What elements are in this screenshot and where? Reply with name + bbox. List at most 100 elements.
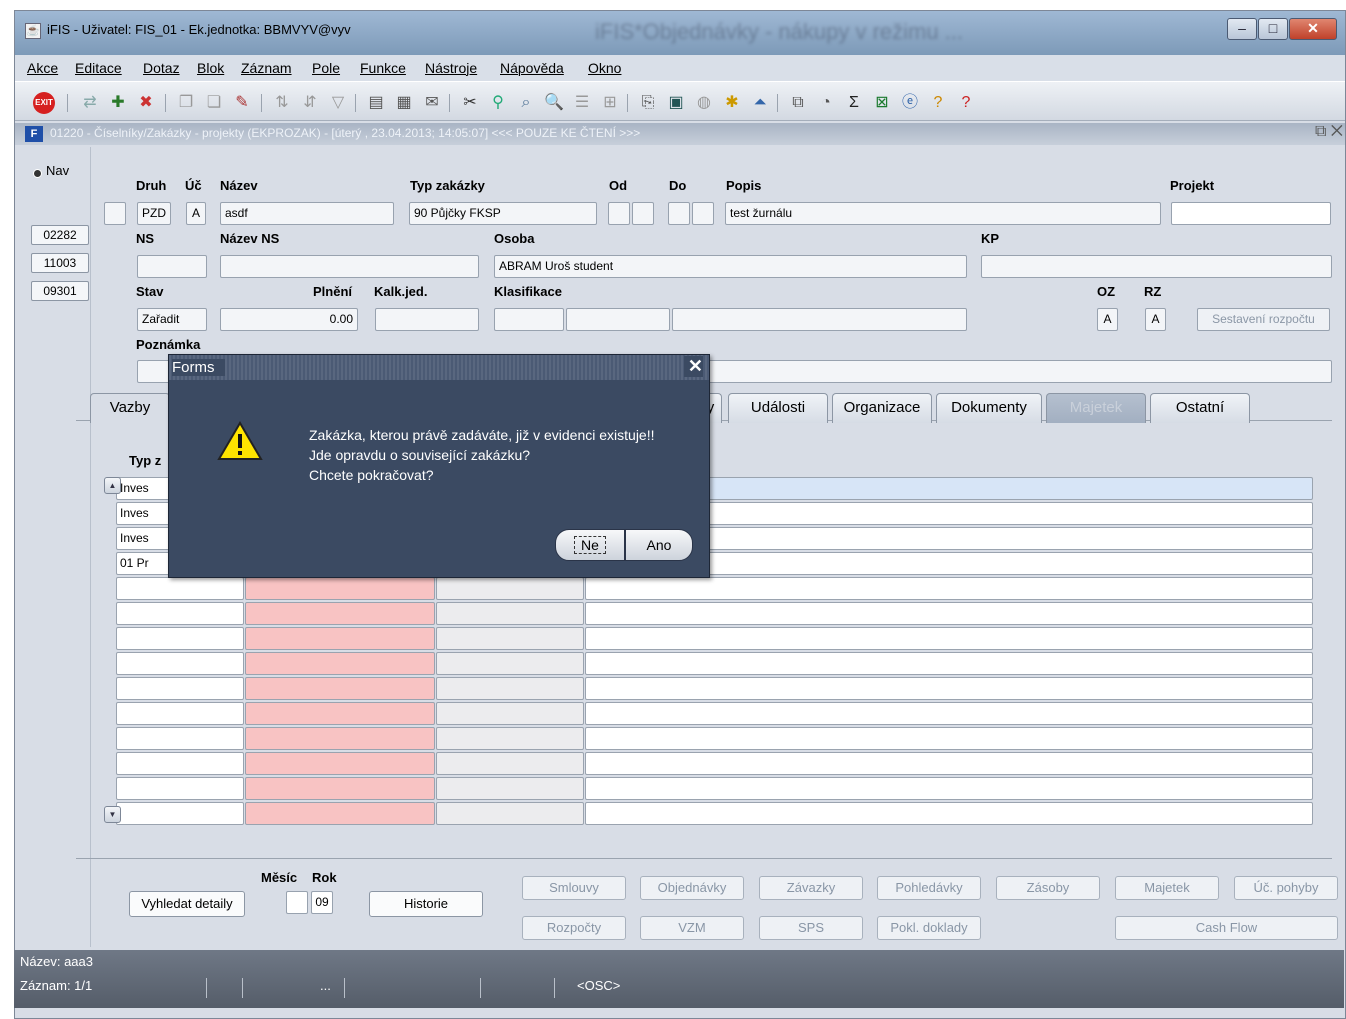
record-indicator[interactable] — [104, 202, 126, 225]
grid-cell-col1[interactable] — [116, 752, 244, 775]
do-field-1[interactable] — [668, 202, 690, 225]
kalk-jed-field[interactable] — [375, 308, 479, 331]
grid-cell-col1[interactable] — [116, 702, 244, 725]
maximize-button[interactable]: □ — [1258, 18, 1288, 40]
grid-cell-col3[interactable] — [436, 627, 584, 650]
sum-icon[interactable]: Σ — [843, 92, 865, 114]
menu-editace[interactable]: Editace — [75, 60, 122, 76]
plneni-field[interactable]: 0.00 — [220, 308, 358, 331]
od-field-2[interactable] — [632, 202, 654, 225]
grid-cell-col2[interactable] — [245, 777, 435, 800]
cut-icon[interactable]: ✂ — [459, 92, 481, 114]
filter-icon[interactable]: ▽ — [327, 92, 349, 114]
menu-okno[interactable]: Okno — [588, 60, 621, 76]
zasoby-button[interactable]: Zásoby — [996, 876, 1100, 900]
grid-cell-col4[interactable] — [585, 802, 1313, 825]
grid-cell-col2[interactable] — [245, 602, 435, 625]
menu-funkce[interactable]: Funkce — [360, 60, 406, 76]
nav-item-09301[interactable]: 09301 — [31, 281, 89, 301]
smlouvy-button[interactable]: Smlouvy — [522, 876, 626, 900]
search-icon[interactable]: 🔍 — [543, 92, 565, 114]
grid-cell-col4[interactable] — [585, 677, 1313, 700]
tab-organizace[interactable]: Organizace — [832, 393, 932, 423]
grid-cell-col2[interactable] — [245, 652, 435, 675]
menu-pole[interactable]: Pole — [312, 60, 340, 76]
grid-cell-col3[interactable] — [436, 802, 584, 825]
grid-cell-col4[interactable] — [585, 602, 1313, 625]
pohledavky-button[interactable]: Pohledávky — [877, 876, 981, 900]
popis-field[interactable]: test žurnálu — [725, 202, 1161, 225]
form-controls-icon[interactable]: ⧉ ✕ — [1315, 123, 1343, 141]
historie-button[interactable]: Historie — [369, 891, 483, 917]
ie-icon[interactable]: ⓔ — [899, 92, 921, 114]
tools-icon[interactable]: ✱ — [721, 92, 743, 114]
exit-icon[interactable]: EXIT — [33, 92, 55, 114]
globe-icon[interactable]: ◍ — [693, 92, 715, 114]
rok-field[interactable]: 09 — [311, 891, 333, 914]
clock-icon[interactable]: ◔ — [815, 92, 837, 114]
menu-napoveda[interactable]: Nápověda — [500, 60, 564, 76]
vyhledat-detaily-button[interactable]: Vyhledat detaily — [129, 891, 245, 917]
grid-cell-col2[interactable] — [245, 627, 435, 650]
print-icon[interactable]: ▤ — [365, 92, 387, 114]
uc-pohyby-button[interactable]: Úč. pohyby — [1234, 876, 1338, 900]
od-field-1[interactable] — [608, 202, 630, 225]
nazev-field[interactable]: asdf — [220, 202, 394, 225]
rz-field[interactable]: A — [1145, 308, 1166, 331]
grid-cell-col4[interactable] — [585, 652, 1313, 675]
grid-cell-col4[interactable] — [585, 627, 1313, 650]
tab-dokumenty[interactable]: Dokumenty — [936, 393, 1042, 423]
grid-cell-col4[interactable] — [585, 727, 1313, 750]
sps-button[interactable]: SPS — [759, 916, 863, 940]
scroll-up-button[interactable]: ▲ — [104, 477, 121, 494]
grid-cell-col2[interactable] — [245, 677, 435, 700]
grid-cell-col3[interactable] — [436, 652, 584, 675]
nav-radio[interactable] — [33, 169, 42, 178]
grid-cell-col4[interactable] — [585, 577, 1313, 600]
objednavky-button[interactable]: Objednávky — [640, 876, 744, 900]
klasifikace-field-3[interactable] — [672, 308, 967, 331]
stav-field[interactable]: Zařadit — [137, 308, 207, 331]
oz-field[interactable]: A — [1097, 308, 1118, 331]
mail-icon[interactable]: ✉ — [421, 92, 443, 114]
tab-ostatni[interactable]: Ostatní — [1150, 393, 1250, 423]
nav-item-02282[interactable]: 02282 — [31, 225, 89, 245]
save-icon[interactable]: ⇄ — [79, 92, 101, 114]
grid-cell-col1[interactable] — [116, 602, 244, 625]
typ-zakazky-field[interactable]: 90 Půjčky FKSP — [409, 202, 597, 225]
insert-record-icon[interactable]: ✚ — [107, 92, 129, 114]
grid-cell-col2[interactable] — [245, 577, 435, 600]
help-icon[interactable]: ? — [955, 92, 977, 114]
report-icon[interactable]: ▦ — [393, 92, 415, 114]
vzm-button[interactable]: VZM — [640, 916, 744, 940]
grid-cell-col1[interactable] — [116, 652, 244, 675]
grid-cell-col1[interactable] — [116, 627, 244, 650]
pokl-doklady-button[interactable]: Pokl. doklady — [877, 916, 981, 940]
disk-icon[interactable]: ▣ — [665, 92, 687, 114]
druh-field[interactable]: PZD — [137, 202, 171, 225]
grid-cell-col3[interactable] — [436, 702, 584, 725]
grid-cell-col2[interactable] — [245, 752, 435, 775]
chart-icon[interactable]: ⏶ — [749, 92, 771, 114]
close-button[interactable]: ✕ — [1289, 18, 1337, 40]
grid-cell-col3[interactable] — [436, 577, 584, 600]
grid-cell-col2[interactable] — [245, 727, 435, 750]
menu-dotaz[interactable]: Dotaz — [143, 60, 180, 76]
grid-cell-col1[interactable] — [116, 802, 244, 825]
cash-flow-button[interactable]: Cash Flow — [1115, 916, 1338, 940]
menu-akce[interactable]: Akce — [27, 60, 58, 76]
sort-desc-icon[interactable]: ⇵ — [299, 92, 321, 114]
copy-record-icon[interactable]: ❐ — [175, 92, 197, 114]
delete-record-icon[interactable]: ✖ — [135, 92, 157, 114]
nav-item-11003[interactable]: 11003 — [31, 253, 89, 273]
klasifikace-field-2[interactable] — [566, 308, 670, 331]
zavazky-button[interactable]: Závazky — [759, 876, 863, 900]
find-icon[interactable]: ⌕ — [515, 92, 537, 114]
minimize-button[interactable]: – — [1227, 18, 1257, 40]
kp-field[interactable] — [981, 255, 1332, 278]
scroll-down-button[interactable]: ▼ — [104, 806, 121, 823]
do-field-2[interactable] — [692, 202, 714, 225]
grid-cell-col1[interactable] — [116, 677, 244, 700]
mesic-field[interactable] — [286, 891, 308, 914]
ano-button[interactable]: Ano — [625, 529, 693, 561]
